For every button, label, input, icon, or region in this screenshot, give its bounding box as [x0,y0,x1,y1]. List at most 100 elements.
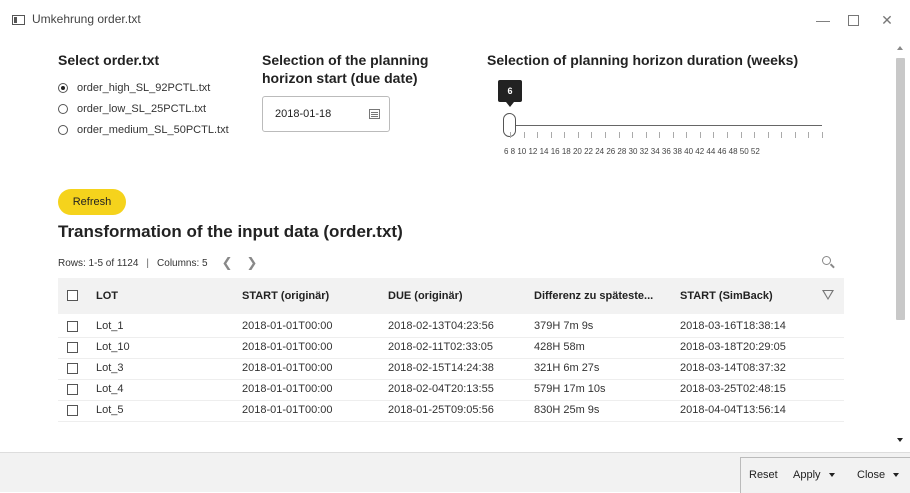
table-cell: 2018-03-25T02:48:15 [680,383,786,395]
header-lot[interactable]: LOT [96,278,118,314]
slider-tick [794,132,796,138]
table-cell: 2018-02-13T04:23:56 [388,320,494,332]
table-cell: 2018-01-01T00:00 [242,404,333,416]
table-cell: 2018-01-01T00:00 [242,383,333,395]
table-cell: 2018-02-11T02:33:05 [388,341,493,353]
table-cell: Lot_10 [96,341,130,353]
slider-tick [604,132,606,138]
row-checkbox[interactable] [67,342,78,353]
slider-tick [699,132,701,138]
slider-tick [740,132,742,138]
radio-button[interactable] [58,125,68,135]
row-checkbox[interactable] [67,384,78,395]
slider-tick [510,132,511,138]
rows-info-separator: | [146,257,150,269]
planning-start-heading-line1: Selection of the planning [262,52,429,68]
close-label: Close [857,469,886,481]
maximize-button[interactable] [838,8,868,32]
close-button[interactable]: Close [857,469,900,481]
table-header: LOT START (originär) DUE (originär) Diff… [58,278,844,314]
select-order-heading: Select order.txt [58,52,160,68]
slider-track[interactable] [510,125,822,126]
slider-tick [550,132,552,138]
table-cell: 428H 58m [534,341,585,353]
calendar-icon[interactable] [369,109,380,119]
table-cell: 2018-01-01T00:00 [242,362,333,374]
maximize-icon [847,14,859,26]
footer-button-group: Reset Apply Close [740,457,910,493]
dialog-footer: Reset Apply Close [0,452,910,493]
duration-heading: Selection of planning horizon duration (… [487,52,799,68]
table-cell: 830H 25m 9s [534,404,600,416]
row-checkbox[interactable] [67,321,78,332]
slider-tick [537,132,539,138]
table-cell: 2018-01-01T00:00 [242,341,333,353]
select-all-checkbox[interactable] [67,290,78,301]
radio-button[interactable] [58,104,68,114]
slider-tick [754,132,756,138]
date-input[interactable]: 2018-01-18 [262,96,390,132]
order-option[interactable]: order_low_SL_25PCTL.txt [58,103,206,115]
refresh-button[interactable]: Refresh [58,189,126,215]
table-cell: 579H 17m 10s [534,383,606,395]
scrollbar-thumb[interactable] [896,58,905,320]
minimize-button[interactable]: — [808,8,838,32]
vertical-scrollbar[interactable] [893,40,910,452]
table-row[interactable]: Lot_4 2018-01-01T00:00 2018-02-04T20:13:55… [58,379,844,401]
slider-tick [659,132,661,138]
row-checkbox[interactable] [67,363,78,374]
radio-button[interactable] [58,83,68,93]
table-cell: Lot_3 [96,362,124,374]
slider-tick [618,132,620,138]
planning-start-heading: Selection of the planning horizon start … [262,51,428,87]
slider-tick [577,132,579,138]
table-row[interactable]: Lot_1 2018-01-01T00:00 2018-02-13T04:23:56… [58,316,844,338]
order-option-label: order_medium_SL_50PCTL.txt [77,124,229,136]
search-icon[interactable] [822,256,831,265]
order-option[interactable]: order_high_SL_92PCTL.txt [58,82,210,94]
prev-page-icon[interactable]: ❮ [222,255,233,271]
next-page-icon[interactable]: ❯ [247,255,258,271]
table-row[interactable]: Lot_5 2018-01-01T00:00 2018-01-25T09:05:56… [58,400,844,422]
close-window-button[interactable]: ✕ [872,8,902,32]
table-cell: 2018-02-15T14:24:38 [388,362,494,374]
scroll-down-icon[interactable] [897,438,903,442]
header-due-original[interactable]: DUE (originär) [388,278,463,314]
table-cell: 321H 6m 27s [534,362,600,374]
slider-ticks [510,132,823,140]
table-cell: 2018-02-04T20:13:55 [388,383,494,395]
table-cell: 2018-01-01T00:00 [242,320,333,332]
slider-tick [645,132,647,138]
reset-label: Reset [749,469,778,481]
slider-tick [727,132,729,138]
header-difference[interactable]: Differenz zu späteste... [534,278,653,314]
slider-tick [822,132,823,138]
reset-button[interactable]: Reset [749,469,778,481]
table-row[interactable]: Lot_10 2018-01-01T00:00 2018-02-11T02:33:0… [58,337,844,359]
header-start-original[interactable]: START (originär) [242,278,329,314]
table-title: Transformation of the input data (order.… [58,222,403,241]
slider-tick [713,132,715,138]
filter-icon[interactable] [822,290,834,300]
slider-tick [686,132,688,138]
table-cell: Lot_4 [96,383,124,395]
table-cell: Lot_5 [96,404,124,416]
header-start-simback[interactable]: START (SimBack) [680,278,773,314]
slider-tick [632,132,634,138]
planning-start-heading-line2: horizon start (due date) [262,70,418,86]
date-value: 2018-01-18 [275,108,332,120]
row-checkbox[interactable] [67,405,78,416]
order-option[interactable]: order_medium_SL_50PCTL.txt [58,124,229,136]
apply-button[interactable]: Apply [793,469,835,481]
table-cell: 2018-04-04T13:56:14 [680,404,786,416]
slider-tick [523,132,525,138]
table-cell: 379H 7m 9s [534,320,594,332]
table-cell: 2018-03-16T18:38:14 [680,320,786,332]
table-cell: 2018-03-18T20:29:05 [680,341,786,353]
dialog-content: Select order.txt order_high_SL_92PCTL.tx… [0,40,893,452]
close-dropdown-icon[interactable] [893,473,900,477]
table-row[interactable]: Lot_3 2018-01-01T00:00 2018-02-15T14:24:38… [58,358,844,380]
window-titlebar: Umkehrung order.txt — ✕ [0,0,910,40]
scroll-up-icon[interactable] [897,46,903,50]
apply-dropdown-icon[interactable] [828,473,835,477]
